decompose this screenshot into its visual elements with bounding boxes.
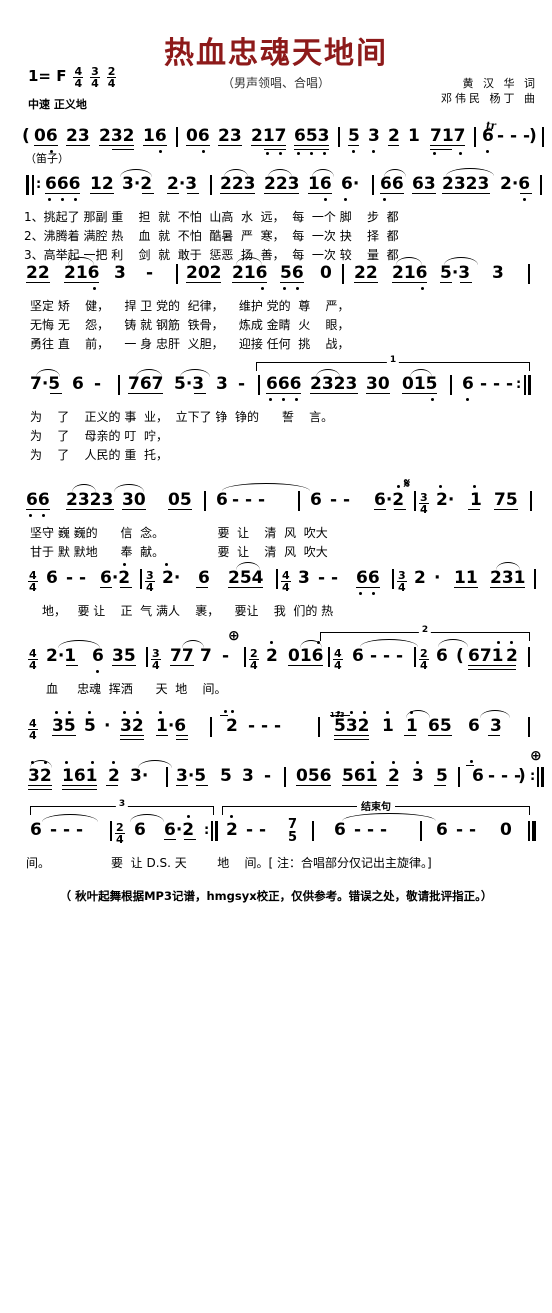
time-signature-group: 4 4 3 4 2 4 — [73, 66, 117, 90]
system-9-notes: 6 - - - 24 6 6·2 : 2 - - 7 5 6 - - - 6 -… — [0, 813, 552, 848]
credits-block: 黄 汉 华 词 邓伟民 杨丁 曲 — [441, 76, 538, 106]
system-1-lyrics-line-2: 2、沸腾着 满腔 热 血 就 不怕 酷暑 严 寒， 每 一次 抉 择 都 — [0, 227, 552, 246]
system-2-lyrics-line-1: 坚定 矫 健， 捍 卫 党的 纪律， 维护 党的 尊 严， — [0, 297, 552, 316]
first-ending-label: 1 — [386, 355, 400, 365]
lyric-line: 为 了 母亲的 叮 咛， — [30, 429, 168, 443]
sheet-music-page: 热血忠魂天地间 （男声领唱、合唱） 1= F 4 4 3 4 2 4 中速 正义… — [0, 0, 552, 924]
footnote: （ 秋叶起舞根据MP3记谱，hmgsyx校正，仅供参考。错误之处，敬请批评指正。… — [59, 889, 493, 903]
time-signature-2: 3 4 — [90, 66, 100, 89]
system-2-lyrics-line-2: 无悔 无 怨， 铸 就 钢筋 铁骨， 炼成 金睛 火 眼， — [0, 316, 552, 335]
lyric-line: 血 忠魂 挥洒 天 地 间。 — [46, 682, 227, 696]
tempo-marking: 中速 正义地 — [28, 98, 87, 111]
system-3-lyrics-line-3: 为 了 人民的 重 托， — [0, 446, 552, 465]
system-8-notes: 32 161 2 3· 3·5 5 3 - 056 561 2 3 5 6 - … — [0, 748, 552, 794]
coda-section-label: 结束句 — [357, 798, 395, 813]
third-ending-label: 3 — [115, 799, 129, 809]
system-2: 22 216 3 - 202 216 56 0 22 216 5·3 3 坚定 … — [0, 257, 552, 354]
system-7-notes: 44 35 5 · 32 1·6 2 - - - 123 532 1 1 65 — [0, 710, 552, 744]
intro-instrument-label: （笛子） — [25, 152, 69, 165]
ts2-denominator: 4 — [91, 77, 99, 90]
time-signature-1: 4 4 — [73, 66, 84, 90]
lyric-line: 为 了 正义的 事 业， 立下了 铮 铮的 誓 言。 — [30, 410, 334, 424]
lyric-line: 坚守 巍 巍的 信 念。 要 让 清 风 吹大 — [30, 526, 328, 540]
system-3-notes: 7·5 6 - 767 5·3 3 - 666 2323 30 015 6 - … — [0, 369, 552, 402]
lyric-line: 2、沸腾着 满腔 热 血 就 不怕 酷暑 严 寒， 每 一次 抉 择 都 — [24, 229, 399, 243]
lyric-line: 为 了 人民的 重 托， — [30, 448, 168, 462]
system-3-lyrics-line-1: 为 了 正义的 事 业， 立下了 铮 铮的 誓 言。 — [0, 408, 552, 427]
lyric-line: 地， 要 让 正 气 满人 裹， 要让 我 们的 热 — [42, 604, 334, 618]
ts1-denominator: 4 — [74, 77, 83, 90]
first-ending-bracket: 1 — [256, 355, 530, 371]
second-ending-label: 2 — [418, 625, 432, 635]
third-ending-bracket: 3 — [30, 799, 214, 815]
system-4-notes: 66 2323 30 05 6 - - - 6 - - 6·2 𝄋 34 2· … — [0, 476, 552, 518]
lyric-line: 无悔 无 怨， 铸 就 钢筋 铁骨， 炼成 金睛 火 眼， — [30, 318, 350, 332]
ts3-denominator: 4 — [107, 77, 116, 90]
system-1: : 666 12 3·2 2·3 223 223 16 6· 66 63 232… — [0, 168, 552, 265]
system-9: 3 结束句 6 - - - 24 6 6·2 : 2 - - 7 5 6 - -… — [0, 798, 552, 873]
system-8: 32 161 2 3· 3·5 5 3 - 056 561 2 3 5 6 - … — [0, 748, 552, 794]
intro-notes: ( 06 23 232 16 06 23 217 653 5 3 2 1 717… — [0, 121, 552, 155]
lyricist-credit: 黄 汉 华 词 — [462, 77, 538, 90]
system-6-lyrics-line-1: 血 忠魂 挥洒 天 地 间。 — [0, 680, 552, 699]
system-6: 2 44 2·1 6 35 34 77 7 - ⊕ 24 2 016 4 4 6… — [0, 625, 552, 699]
system-2-notes: 22 216 3 - 202 216 56 0 22 216 5·3 3 — [0, 257, 552, 291]
system-4: 66 2323 30 05 6 - - - 6 - - 6·2 𝄋 34 2· … — [0, 476, 552, 562]
time-signature-3: 2 4 — [106, 66, 117, 90]
system-5: 44 6 - - 6·2 34 2· 6 254 44 3 - - 66 3 4… — [0, 562, 552, 621]
lyric-line: 间。 要 让 D.S. 天 地 间。[ 注：合唱部分仅记出主旋律。] — [26, 856, 432, 870]
system-3: 1 7·5 6 - 767 5·3 3 - 666 2323 30 015 6 … — [0, 355, 552, 465]
system-6-notes: 44 2·1 6 35 34 77 7 - ⊕ 24 2 016 4 4 6 -… — [0, 628, 552, 674]
system-2-lyrics-line-3: 勇往 直 前， 一 身 忠肝 义胆， 迎接 任何 挑 战， — [0, 335, 552, 354]
system-7: 44 35 5 · 32 1·6 2 - - - 123 532 1 1 65 — [0, 710, 552, 744]
system-5-lyrics-line-1: 地， 要 让 正 气 满人 裹， 要让 我 们的 热 — [0, 602, 552, 621]
system-1-notes: : 666 12 3·2 2·3 223 223 16 6· 66 63 232… — [0, 168, 552, 202]
system-4-lyrics-line-1: 坚守 巍 巍的 信 念。 要 让 清 风 吹大 — [0, 524, 552, 543]
composer-credit: 邓伟民 杨丁 曲 — [441, 92, 538, 105]
key-signature-block: 1= F 4 4 3 4 2 4 — [28, 66, 117, 90]
key-label: 1= F — [28, 67, 67, 85]
lyric-line: 勇往 直 前， 一 身 忠肝 义胆， 迎接 任何 挑 战， — [30, 337, 350, 351]
system-intro: ( 06 23 232 16 06 23 217 653 5 3 2 1 717… — [0, 121, 552, 165]
system-3-lyrics-line-2: 为 了 母亲的 叮 咛， — [0, 427, 552, 446]
lyric-line: 1、挑起了 那副 重 担 就 不怕 山高 水 远， 每 一个 脚 步 都 — [24, 210, 399, 224]
second-ending-bracket: 2 — [320, 625, 530, 641]
system-1-lyrics-line-1: 1、挑起了 那副 重 担 就 不怕 山高 水 远， 每 一个 脚 步 都 — [0, 208, 552, 227]
system-4-lyrics-line-2: 甘于 默 默地 奉 献。 要 让 清 风 吹大 — [0, 543, 552, 562]
lyric-line: 甘于 默 默地 奉 献。 要 让 清 风 吹大 — [30, 545, 328, 559]
lyric-line: 坚定 矫 健， 捍 卫 党的 纪律， 维护 党的 尊 严， — [30, 299, 350, 313]
system-5-notes: 44 6 - - 6·2 34 2· 6 254 44 3 - - 66 3 4… — [0, 562, 552, 596]
system-9-lyrics-line-1: 间。 要 让 D.S. 天 地 间。[ 注：合唱部分仅记出主旋律。] — [0, 854, 552, 873]
